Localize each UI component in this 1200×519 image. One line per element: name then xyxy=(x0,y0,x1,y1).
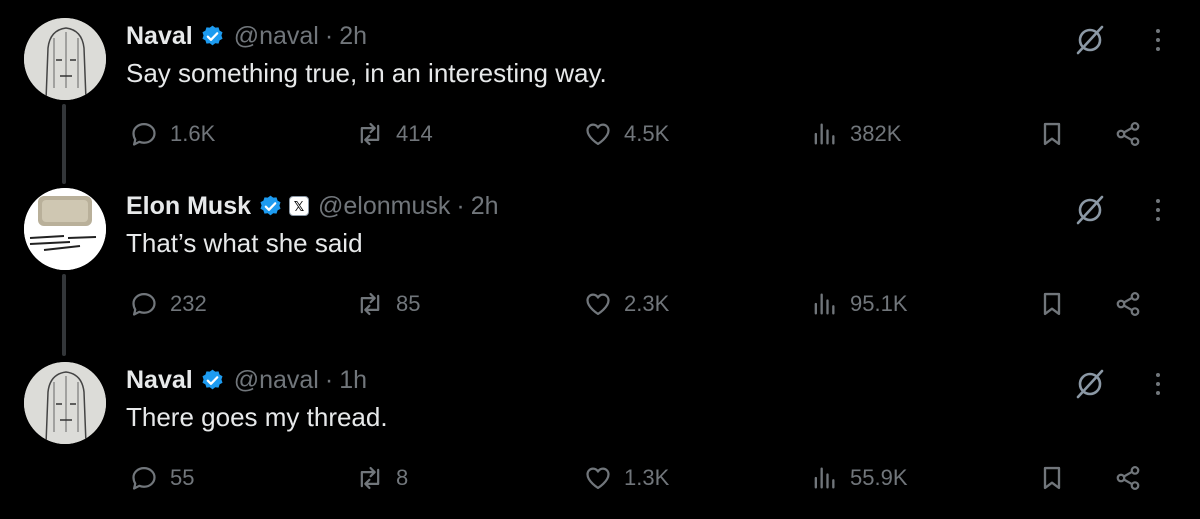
avatar[interactable] xyxy=(24,362,106,444)
author-handle[interactable]: @naval xyxy=(234,22,319,51)
bookmark-button[interactable] xyxy=(1038,112,1066,156)
author-name[interactable]: Naval xyxy=(126,366,193,395)
repost-button[interactable]: 8 xyxy=(356,456,408,500)
action-bar: 1.6K 414 4.5K 382K xyxy=(0,112,1200,156)
tweet-text: Say something true, in an interesting wa… xyxy=(126,58,607,88)
share-icon xyxy=(1116,466,1140,490)
reply-button[interactable]: 55 xyxy=(130,456,194,500)
reply-count: 55 xyxy=(170,465,195,490)
reply-button[interactable]: 232 xyxy=(130,282,207,326)
affiliate-badge[interactable]: 𝕏 xyxy=(289,196,310,216)
views-icon xyxy=(814,293,835,315)
separator-dot: · xyxy=(324,21,334,50)
reply-count: 232 xyxy=(170,291,207,316)
bookmark-button[interactable] xyxy=(1038,282,1066,326)
views-count: 95.1K xyxy=(850,291,908,316)
action-bar: 232 85 2.3K 95.1K xyxy=(0,282,1200,326)
repost-count: 8 xyxy=(396,465,409,490)
separator-dot: · xyxy=(456,191,465,220)
naval-sketch-avatar xyxy=(24,18,106,100)
reply-count: 1.6K xyxy=(170,121,216,146)
tweet[interactable]: Elon Musk 𝕏 @elonmusk · 2h That’s what s… xyxy=(0,170,1200,340)
like-count: 4.5K xyxy=(624,121,670,146)
repost-count: 85 xyxy=(396,291,421,316)
author-handle[interactable]: @elonmusk xyxy=(318,192,450,221)
grok-icon[interactable] xyxy=(1072,192,1108,228)
reply-icon xyxy=(132,292,156,316)
timestamp[interactable]: 2h xyxy=(339,22,367,51)
repost-button[interactable]: 85 xyxy=(356,282,420,326)
separator-dot: · xyxy=(324,365,334,394)
bookmark-icon xyxy=(1043,122,1061,146)
elon-avatar xyxy=(24,188,106,270)
like-icon xyxy=(586,123,610,146)
like-count: 2.3K xyxy=(624,291,670,316)
more-icon[interactable] xyxy=(1144,192,1172,228)
bookmark-icon xyxy=(1043,466,1061,490)
views-icon xyxy=(814,467,835,489)
verified-icon xyxy=(260,195,281,215)
x-logo-icon: 𝕏 xyxy=(293,198,305,214)
author-name[interactable]: Elon Musk xyxy=(126,192,251,221)
views-icon xyxy=(814,123,835,145)
share-button[interactable] xyxy=(1114,282,1142,326)
bookmark-button[interactable] xyxy=(1038,456,1066,500)
views-button[interactable]: 95.1K xyxy=(810,282,908,326)
tweet-header: Naval @naval · 1h xyxy=(126,364,367,396)
repost-count: 414 xyxy=(396,121,433,146)
reply-icon xyxy=(132,466,156,490)
timestamp[interactable]: 2h xyxy=(471,192,499,221)
like-button[interactable]: 1.3K xyxy=(584,456,669,500)
avatar[interactable] xyxy=(24,18,106,100)
views-button[interactable]: 382K xyxy=(810,112,901,156)
naval-sketch-avatar xyxy=(24,362,106,444)
views-button[interactable]: 55.9K xyxy=(810,456,908,500)
reply-icon xyxy=(132,122,156,146)
repost-icon xyxy=(360,122,380,146)
share-icon xyxy=(1116,292,1140,316)
like-count: 1.3K xyxy=(624,465,670,490)
share-icon xyxy=(1116,122,1140,146)
repost-icon xyxy=(360,292,380,316)
like-icon xyxy=(586,467,610,490)
tweet-text: That’s what she said xyxy=(126,228,363,258)
like-button[interactable]: 4.5K xyxy=(584,112,669,156)
action-bar: 55 8 1.3K 55.9K xyxy=(0,456,1200,500)
views-count: 55.9K xyxy=(850,465,908,490)
views-count: 382K xyxy=(850,121,902,146)
tweet[interactable]: Naval @naval · 1h There goes my thread. … xyxy=(0,344,1200,514)
tweet[interactable]: Naval @naval · 2h Say something true, in… xyxy=(0,0,1200,170)
repost-button[interactable]: 414 xyxy=(356,112,433,156)
tweet-text: There goes my thread. xyxy=(126,402,388,432)
verified-icon xyxy=(202,25,223,45)
verified-icon xyxy=(202,369,223,389)
more-icon[interactable] xyxy=(1144,366,1172,402)
share-button[interactable] xyxy=(1114,112,1142,156)
bookmark-icon xyxy=(1043,292,1061,316)
share-button[interactable] xyxy=(1114,456,1142,500)
tweet-header: Naval @naval · 2h xyxy=(126,20,367,52)
like-button[interactable]: 2.3K xyxy=(584,282,669,326)
like-icon xyxy=(586,293,610,316)
author-handle[interactable]: @naval xyxy=(234,366,319,395)
repost-icon xyxy=(360,466,380,490)
timestamp[interactable]: 1h xyxy=(339,366,367,395)
author-name[interactable]: Naval xyxy=(126,22,193,51)
reply-button[interactable]: 1.6K xyxy=(130,112,215,156)
more-icon[interactable] xyxy=(1144,22,1172,58)
grok-icon[interactable] xyxy=(1072,22,1108,58)
avatar[interactable] xyxy=(24,188,106,270)
grok-icon[interactable] xyxy=(1072,366,1108,402)
tweet-header: Elon Musk 𝕏 @elonmusk · 2h xyxy=(126,190,499,222)
